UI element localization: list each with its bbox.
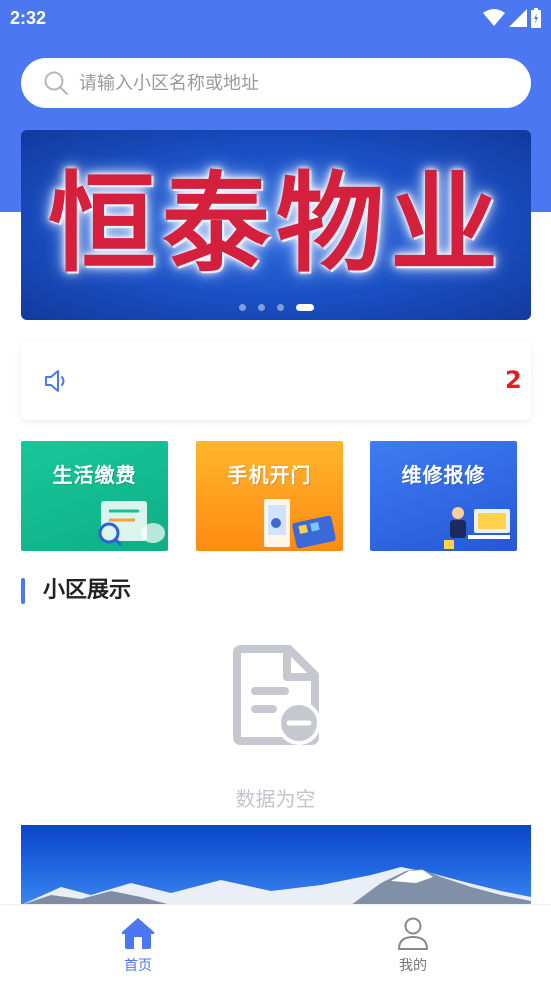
service-label: 维修报修: [401, 463, 486, 487]
payment-illustration-icon: [98, 501, 165, 547]
service-label: 生活缴费: [52, 463, 137, 487]
empty-state-text: 数据为空: [235, 787, 316, 811]
wifi-icon: [483, 9, 505, 26]
carousel-dot[interactable]: [257, 304, 265, 311]
status-icons: [483, 8, 541, 28]
service-label: 手机开门: [227, 463, 312, 487]
community-image[interactable]: [21, 825, 531, 905]
service-grid: 生活缴费 手机开门 维修报修: [21, 441, 517, 551]
banner-carousel[interactable]: 恒泰物业: [21, 130, 531, 320]
banner-title: 恒泰物业: [47, 162, 504, 287]
status-bar: 2:32: [0, 0, 551, 38]
notice-bar[interactable]: 2: [21, 342, 531, 420]
service-card-repair[interactable]: 维修报修: [370, 441, 517, 551]
speaker-icon: [45, 370, 65, 392]
empty-document-icon: [233, 645, 321, 745]
carousel-dots: [21, 297, 531, 316]
carousel-dot-active[interactable]: [295, 304, 314, 311]
door-phone-illustration-icon: [264, 499, 336, 549]
tab-mine[interactable]: 我的: [353, 915, 473, 977]
tab-home-label: 首页: [124, 958, 152, 974]
repair-illustration-icon: [444, 507, 510, 549]
service-card-door-open[interactable]: 手机开门: [196, 441, 343, 551]
section-title: 小区展示: [43, 578, 132, 603]
bottom-tab-bar: 首页 我的: [0, 904, 551, 982]
tab-mine-label: 我的: [399, 958, 427, 974]
home-icon: [121, 918, 155, 949]
notice-marquee-text: 2: [505, 366, 522, 394]
battery-icon: [531, 8, 541, 28]
search-input[interactable]: [77, 71, 481, 95]
search-icon: [44, 71, 68, 95]
status-time: 2:32: [10, 8, 47, 28]
carousel-dot[interactable]: [276, 304, 284, 311]
tab-home[interactable]: 首页: [78, 915, 198, 977]
search-bar[interactable]: [21, 58, 531, 108]
carousel-dot[interactable]: [238, 304, 246, 311]
section-accent-bar: [21, 578, 25, 604]
user-icon: [398, 917, 428, 950]
signal-icon: [509, 9, 527, 27]
mountain-landscape-image: [21, 867, 531, 905]
service-card-payment[interactable]: 生活缴费: [21, 441, 168, 551]
